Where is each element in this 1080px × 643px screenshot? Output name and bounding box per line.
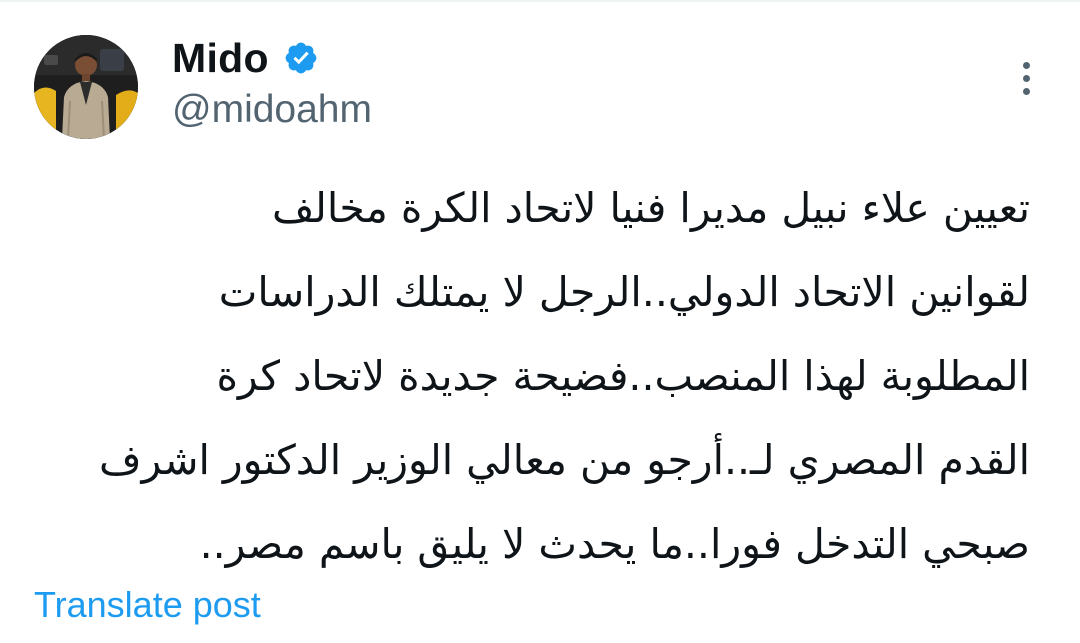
user-handle[interactable]: @midoahm [172,88,372,132]
more-vertical-icon-dot [1022,74,1030,82]
more-options-button[interactable] [1012,56,1040,100]
top-divider [0,0,1080,2]
more-vertical-icon-dot [1022,61,1030,69]
avatar[interactable] [34,35,138,139]
translate-post-link[interactable]: Translate post [34,584,261,626]
verified-badge-icon [283,40,319,76]
author-name-row[interactable]: Mido [172,30,319,86]
post-text: تعيين علاء نبيل مديرا فنيا لاتحاد الكرة … [98,184,1030,568]
display-name[interactable]: Mido [172,35,269,82]
more-vertical-icon-dot [1022,87,1030,95]
profile-photo-icon [34,35,138,139]
